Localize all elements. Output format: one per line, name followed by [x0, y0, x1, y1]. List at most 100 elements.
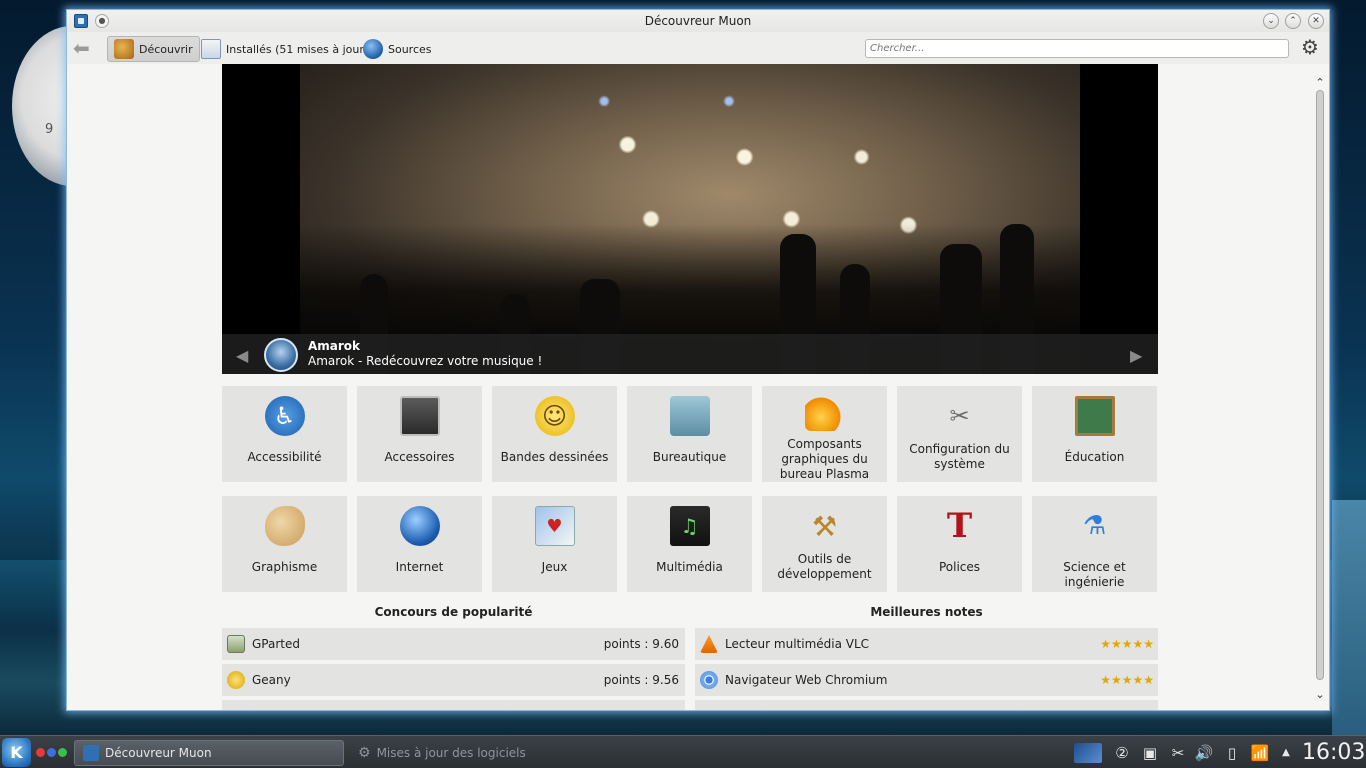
category-label: Configuration du système [909, 442, 1010, 471]
vlc-cone-icon [700, 635, 718, 653]
category-development[interactable]: ⚒ Outils de développement [762, 496, 887, 592]
discover-label: Découvrir [139, 42, 193, 56]
discover-icon [114, 39, 134, 59]
category-multimedia[interactable]: ♫ Multimédia [627, 496, 752, 592]
installed-button[interactable]: Installés (51 mises à jour) [195, 36, 374, 62]
installed-label: Installés (51 mises à jour) [226, 42, 369, 56]
accessibility-icon: ♿ [264, 396, 305, 436]
list-item[interactable]: GParted points : 9.60 [222, 628, 685, 660]
category-plasma[interactable]: Composants graphiques du bureau Plasma [762, 386, 887, 482]
updates-count-icon[interactable]: ② [1112, 743, 1132, 763]
settings-gear-icon[interactable]: ⚙ [1299, 37, 1321, 59]
category-label: Graphisme [251, 560, 318, 574]
system-tools-icon: ✂ [949, 402, 970, 430]
category-label: Polices [938, 560, 981, 574]
scrollbar-thumb[interactable] [1316, 90, 1324, 680]
titlebar: ● Découvreur Muon ⌄ ⌃ ✕ [67, 10, 1329, 32]
green-dot-icon [58, 748, 67, 757]
geany-icon [227, 671, 245, 689]
app-name: Lecteur multimédia VLC [725, 637, 870, 651]
list-item[interactable]: Geany points : 9.56 [222, 664, 685, 696]
kde-menu-icon[interactable]: K [2, 738, 31, 767]
gparted-icon [227, 635, 245, 653]
sources-button[interactable]: Sources [357, 36, 438, 62]
category-games[interactable]: ♥ Jeux [492, 496, 617, 592]
multimedia-icon: ♫ [669, 506, 710, 546]
category-internet[interactable]: Internet [357, 496, 482, 592]
featured-banner[interactable]: ◀ Amarok Amarok - Redécouvrez votre musi… [222, 64, 1158, 374]
internet-globe-icon [399, 506, 440, 546]
rating-stars: ★★★★★ [1100, 673, 1154, 687]
list-item[interactable] [695, 700, 1158, 710]
category-accessibility[interactable]: ♿ Accessibilité [222, 386, 347, 482]
tray-expand-arrow-icon[interactable]: ▲ [1276, 743, 1296, 763]
scroll-up-icon[interactable]: ⌃ [1314, 76, 1326, 89]
activity-switcher[interactable] [36, 748, 67, 757]
toolbar: ⬅ Découvrir Installés (51 mises à jour) … [67, 32, 1329, 64]
plasma-icon [804, 396, 845, 431]
category-science[interactable]: ⚗ Science et ingénierie [1032, 496, 1157, 592]
education-icon [1074, 396, 1115, 436]
accessories-icon [399, 396, 440, 436]
back-arrow-icon[interactable]: ⬅ [73, 38, 95, 60]
category-label: Accessibilité [247, 450, 322, 464]
search-input[interactable] [865, 39, 1289, 58]
clipboard-scissors-icon[interactable]: ✂ [1168, 743, 1188, 763]
vertical-scrollbar[interactable]: ⌃ ⌄ [1314, 76, 1326, 706]
blue-dot-icon [47, 748, 56, 757]
category-graphics[interactable]: Graphisme [222, 496, 347, 592]
window-title: Découvreur Muon [644, 14, 752, 28]
category-label: Internet [395, 560, 444, 574]
graphics-palette-icon [264, 506, 305, 546]
category-fonts[interactable]: T Polices [897, 496, 1022, 592]
category-system-configuration[interactable]: ✂ Configuration du système [897, 386, 1022, 482]
banner-caption: ◀ Amarok Amarok - Redécouvrez votre musi… [222, 334, 1158, 374]
close-button[interactable]: ✕ [1308, 13, 1324, 29]
main-content: ◀ Amarok Amarok - Redécouvrez votre musi… [67, 64, 1329, 710]
minimize-button[interactable]: ⌄ [1263, 13, 1279, 29]
chromium-icon [700, 671, 718, 689]
taskbar: K Découvreur Muon ⚙ Mises à jour des log… [0, 735, 1366, 768]
muon-tray-icon[interactable]: ▣ [1140, 743, 1160, 763]
banner-app-name: Amarok [308, 339, 361, 353]
amarok-wolf-icon [264, 338, 298, 372]
battery-icon[interactable]: ▯ [1222, 743, 1242, 763]
discover-button[interactable]: Découvrir [107, 36, 200, 62]
science-flask-icon: ⚗ [1082, 511, 1107, 541]
category-label: Bureautique [652, 450, 727, 464]
category-label: Outils de développement [777, 552, 872, 581]
muon-window: ● Découvreur Muon ⌄ ⌃ ✕ ⬅ Découvrir Inst… [66, 9, 1330, 711]
task-updates[interactable]: ⚙ Mises à jour des logiciels [350, 740, 620, 766]
muon-task-icon [83, 745, 99, 761]
desktop-clock-number: 9 [45, 122, 54, 137]
task-label: Découvreur Muon [105, 746, 212, 760]
scroll-down-icon[interactable]: ⌄ [1314, 688, 1326, 701]
volume-icon[interactable]: 🔊 [1194, 743, 1214, 763]
taskbar-clock[interactable]: 16:03 [1302, 740, 1365, 765]
list-item[interactable] [222, 700, 685, 710]
task-muon[interactable]: Découvreur Muon [74, 740, 344, 766]
banner-description: Amarok - Redécouvrez votre musique ! [308, 354, 543, 368]
banner-next-arrow-icon[interactable]: ▶ [1130, 346, 1142, 365]
network-wifi-icon[interactable]: 📶 [1250, 743, 1270, 763]
category-accessories[interactable]: Accessoires [357, 386, 482, 482]
category-label: Multimédia [656, 560, 723, 574]
list-item[interactable]: Lecteur multimédia VLC ★★★★★ [695, 628, 1158, 660]
installed-icon [201, 39, 221, 59]
category-label: Jeux [541, 560, 568, 574]
category-education[interactable]: Éducation [1032, 386, 1157, 482]
desktop-pager-icon[interactable] [1074, 743, 1102, 763]
development-hammer-icon: ⚒ [811, 509, 838, 543]
games-cards-icon: ♥ [534, 506, 575, 546]
app-score: points : 9.60 [603, 637, 679, 651]
list-item[interactable]: Navigateur Web Chromium ★★★★★ [695, 664, 1158, 696]
category-office[interactable]: Bureautique [627, 386, 752, 482]
red-dot-icon [36, 748, 45, 757]
banner-prev-arrow-icon[interactable]: ◀ [236, 346, 248, 365]
popularity-title: Concours de popularité [374, 605, 533, 619]
updates-gear-icon: ⚙ [358, 745, 371, 761]
maximize-button[interactable]: ⌃ [1285, 13, 1301, 29]
app-name: GParted [252, 637, 300, 651]
desktop-side-panel [1332, 500, 1366, 735]
category-comics[interactable]: ☺ Bandes dessinées [492, 386, 617, 482]
